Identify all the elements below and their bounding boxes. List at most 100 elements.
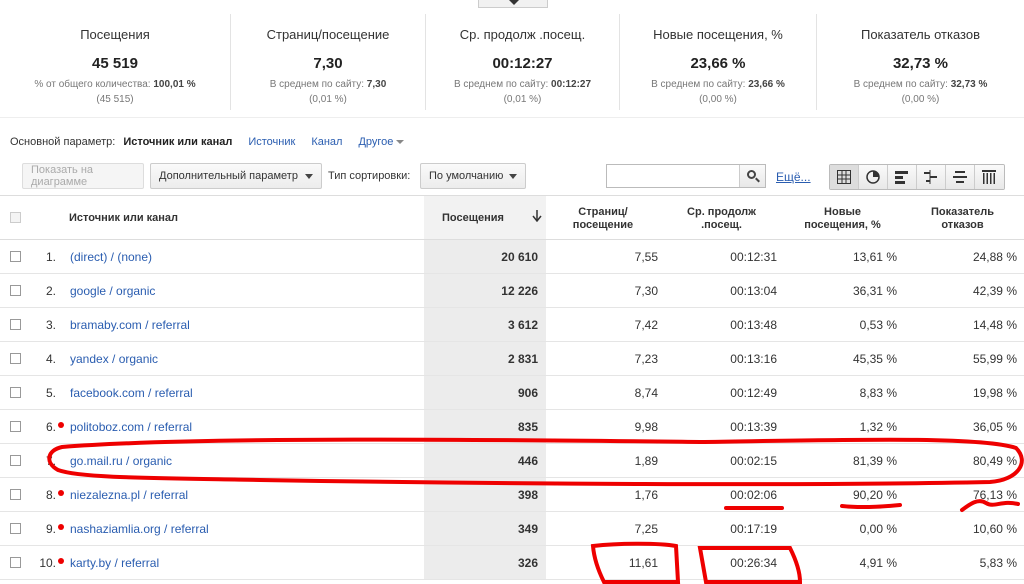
table-row[interactable]: 7. go.mail.ru / organic 446 1,89 00:02:15 81,… (0, 444, 1024, 478)
primary-dimension-bar: Основной параметр: Источник или канал Ис… (10, 136, 405, 148)
header-source[interactable]: Источник или канал (69, 212, 178, 225)
scorecard-visits[interactable]: Посещения 45 519 % от общего количества:… (0, 14, 231, 110)
pages-cell: 7,42 (634, 318, 658, 332)
dimension-source-medium[interactable]: Источник или канал (123, 136, 232, 148)
source-link[interactable]: google / organic (70, 284, 155, 298)
scorecard-new-visits[interactable]: Новые посещения, % 23,66 % В среднем по … (620, 14, 817, 110)
sort-down-arrow-icon (532, 210, 542, 222)
new-visits-cell: 90,20 % (852, 488, 897, 502)
visits-cell: 20 610 (501, 250, 538, 264)
source-link[interactable]: nashaziamlia.org / referral (70, 522, 209, 536)
row-number: 8. (45, 488, 56, 502)
source-link[interactable]: bramaby.com / referral (70, 318, 190, 332)
table-row[interactable]: 4. yandex / organic 2 831 7,23 00:13:16 45,35… (0, 342, 1024, 376)
row-number: 4. (45, 352, 56, 366)
header-bounce-rate[interactable]: Показатель отказов (905, 206, 1020, 232)
row-checkbox[interactable] (10, 557, 21, 568)
scorecard-pages[interactable]: Страниц/посещение 7,30 В среднем по сайт… (231, 14, 426, 110)
row-checkbox[interactable] (10, 455, 21, 466)
table-row[interactable]: 2. google / organic 12 226 7,30 00:13:04 36,3… (0, 274, 1024, 308)
duration-cell: 00:13:39 (730, 420, 777, 434)
pages-cell: 8,74 (634, 386, 658, 400)
source-link[interactable]: politoboz.com / referral (70, 420, 192, 434)
header-pages-per-visit[interactable]: Страниц/посещение (548, 206, 658, 232)
duration-cell: 00:13:04 (730, 284, 777, 298)
view-term-cloud-button[interactable] (946, 165, 975, 189)
row-checkbox[interactable] (10, 251, 21, 262)
comparison-icon (924, 170, 937, 184)
source-link[interactable]: go.mail.ru / organic (70, 454, 172, 468)
row-number: 1. (45, 250, 56, 264)
pages-cell: 1,76 (634, 488, 658, 502)
pages-cell: 7,55 (634, 250, 658, 264)
table-row[interactable]: 1. (direct) / (none) 20 610 7,55 00:12:31 13,… (0, 240, 1024, 274)
source-link[interactable]: (direct) / (none) (70, 250, 152, 264)
duration-cell: 00:02:06 (730, 488, 777, 502)
row-checkbox[interactable] (10, 421, 21, 432)
dimension-other[interactable]: Другое (358, 136, 405, 148)
collapse-tab[interactable] (478, 0, 548, 8)
scorecard-value: 23,66 % (690, 55, 746, 72)
bounce-cell: 10,60 % (972, 522, 1017, 536)
sort-type-dropdown[interactable]: По умолчанию (420, 163, 526, 189)
scorecard-sub2: (0,00 %) (699, 94, 737, 105)
view-comparison-button[interactable] (917, 165, 946, 189)
duration-cell: 00:12:49 (730, 386, 777, 400)
row-number: 3. (45, 318, 56, 332)
row-checkbox[interactable] (10, 489, 21, 500)
scorecard-bounce[interactable]: Показатель отказов 32,73 % В среднем по … (817, 14, 1024, 110)
scorecard-sub2: (0,00 %) (901, 94, 940, 105)
bar-chart-icon (895, 171, 908, 184)
row-checkbox[interactable] (10, 353, 21, 364)
scorecard-sub2: (0,01 %) (503, 94, 542, 105)
row-checkbox[interactable] (10, 523, 21, 534)
visits-cell: 349 (517, 522, 538, 536)
table-row[interactable]: 9. nashaziamlia.org / referral 349 7,25 00:1… (0, 512, 1024, 546)
header-new-visits[interactable]: Новые посещения, % (785, 206, 900, 232)
header-visits[interactable]: Посещения (442, 212, 504, 225)
scorecard-sub: В среднем по сайту: 32,73 % (853, 79, 988, 90)
source-link[interactable]: niezalezna.pl / referral (70, 488, 188, 502)
bounce-cell: 55,99 % (972, 352, 1017, 366)
select-all-checkbox[interactable] (10, 212, 21, 223)
source-link[interactable]: yandex / organic (70, 352, 158, 366)
visits-cell: 2 831 (507, 352, 538, 366)
duration-cell: 00:17:19 (730, 522, 777, 536)
secondary-dimension-dropdown[interactable]: Дополнительный параметр (150, 163, 322, 189)
view-pivot-button[interactable] (975, 165, 1004, 189)
bounce-cell: 5,83 % (979, 556, 1017, 570)
dimension-medium[interactable]: Канал (311, 136, 342, 148)
annotation-dot (58, 422, 64, 428)
source-link[interactable]: karty.by / referral (70, 556, 159, 570)
header-avg-duration[interactable]: Ср. продолж .посещ. (664, 206, 779, 232)
visits-cell: 12 226 (501, 284, 538, 298)
annotation-dot (58, 490, 64, 496)
view-pie-button[interactable] (859, 165, 888, 189)
view-performance-button[interactable] (888, 165, 917, 189)
table-row[interactable]: 10. karty.by / referral 326 11,61 00:26:34 4,… (0, 546, 1024, 580)
search-button[interactable] (739, 165, 765, 187)
view-switcher (829, 164, 1005, 190)
advanced-filter-link[interactable]: Ещё... (776, 170, 811, 184)
table-row[interactable]: 5. facebook.com / referral 906 8,74 00:12:49… (0, 376, 1024, 410)
dimension-source[interactable]: Источник (248, 136, 295, 148)
row-checkbox[interactable] (10, 319, 21, 330)
row-number: 2. (45, 284, 56, 298)
scorecard-sub: В среднем по сайту: 7,30 (269, 79, 387, 90)
scorecard-title: Страниц/посещение (266, 27, 390, 42)
table-row[interactable]: 6. politoboz.com / referral 835 9,98 00:13:3… (0, 410, 1024, 444)
caret-down-icon (509, 174, 517, 179)
scorecard-duration[interactable]: Ср. продолж .посещ. 00:12:27 В среднем п… (426, 14, 620, 110)
plot-rows-button[interactable]: Показать на диаграмме (22, 163, 144, 189)
table-row[interactable]: 3. bramaby.com / referral 3 612 7,42 00:13:4… (0, 308, 1024, 342)
table-row[interactable]: 8. niezalezna.pl / referral 398 1,76 00:02:0… (0, 478, 1024, 512)
view-table-button[interactable] (830, 165, 859, 189)
row-checkbox[interactable] (10, 387, 21, 398)
row-number: 7. (45, 454, 56, 468)
new-visits-cell: 36,31 % (852, 284, 897, 298)
grid-icon (837, 170, 851, 184)
row-checkbox[interactable] (10, 285, 21, 296)
bounce-cell: 42,39 % (972, 284, 1017, 298)
source-link[interactable]: facebook.com / referral (70, 386, 193, 400)
row-number: 5. (45, 386, 56, 400)
